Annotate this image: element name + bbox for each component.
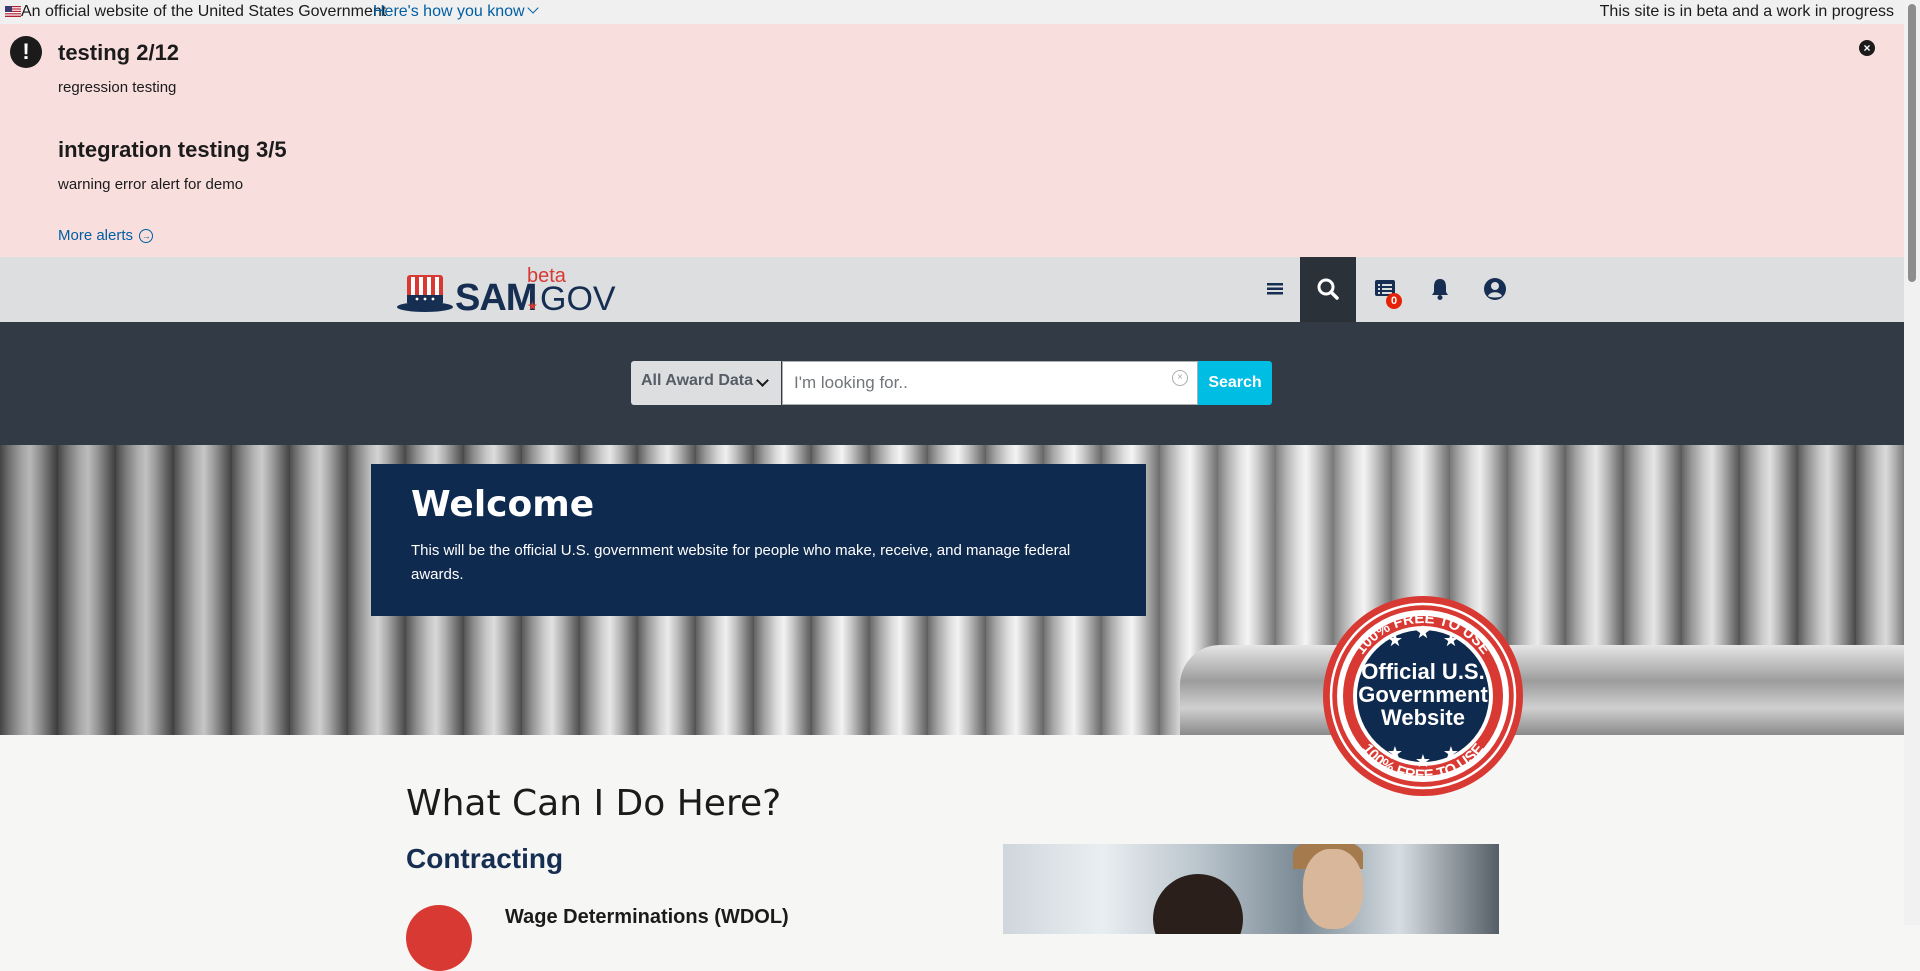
- what-can-i-do-title: What Can I Do Here?: [406, 783, 782, 824]
- svg-text:★: ★: [1415, 622, 1431, 643]
- user-icon: [1484, 278, 1506, 300]
- logo-gov: GOV: [540, 280, 616, 318]
- workspace-button[interactable]: 0: [1357, 257, 1413, 322]
- svg-text:★: ★: [1443, 630, 1459, 651]
- contracting-heading: Contracting: [406, 843, 564, 874]
- alert-title: testing 2/12: [58, 40, 180, 65]
- notification-count-badge: 0: [1386, 293, 1402, 309]
- search-region: All Award Data × Search: [0, 322, 1904, 445]
- wage-determinations-link[interactable]: Wage Determinations (WDOL): [505, 906, 789, 929]
- chevron-down-icon: [756, 374, 769, 387]
- logo-sam: SAM: [455, 277, 537, 319]
- wage-determinations-icon: [406, 905, 472, 971]
- uncle-sam-hat-icon: [397, 275, 453, 312]
- exclamation-icon: !: [10, 36, 42, 68]
- svg-text:★: ★: [1415, 751, 1431, 772]
- user-profile-button[interactable]: [1467, 257, 1523, 322]
- us-flag-icon: [5, 6, 21, 17]
- page-scrollbar[interactable]: [1904, 0, 1920, 925]
- welcome-box: Welcome This will be the official U.S. g…: [371, 464, 1146, 616]
- menu-button[interactable]: [1247, 257, 1303, 322]
- gov-banner: An official website of the United States…: [0, 0, 1904, 24]
- search-toggle-button[interactable]: [1300, 257, 1356, 322]
- photo-person-1: [1153, 874, 1243, 934]
- official-website-seal: 100% FREE TO USE 100% FREE TO USE ★ ★ ★ ★ ★…: [1323, 596, 1523, 796]
- seal-line2: Government: [1358, 682, 1488, 707]
- site-header: SAM beta ★ GOV 0: [0, 257, 1904, 322]
- alert-title: integration testing 3/5: [58, 137, 287, 162]
- svg-text:★: ★: [1443, 743, 1459, 764]
- search-input[interactable]: [782, 361, 1198, 405]
- more-alerts-label: More alerts: [58, 227, 134, 244]
- star-icon: ★: [527, 299, 538, 313]
- how-you-know-link[interactable]: Here's how you know: [373, 2, 539, 21]
- search-domain-select[interactable]: All Award Data: [631, 361, 781, 405]
- svg-text:★: ★: [1387, 743, 1403, 764]
- seal-line3: Website: [1381, 705, 1465, 730]
- chevron-down-icon: [526, 2, 539, 14]
- people-photo: [1003, 844, 1499, 934]
- hero-banner: Welcome This will be the official U.S. g…: [0, 445, 1904, 735]
- close-icon[interactable]: ×: [1859, 40, 1875, 56]
- search-button[interactable]: Search: [1198, 361, 1272, 405]
- welcome-title: Welcome: [411, 484, 595, 525]
- gov-banner-text: An official website of the United States…: [21, 3, 387, 20]
- alert-body: regression testing: [58, 79, 177, 96]
- menu-icon: [1267, 283, 1283, 295]
- seal-line1: Official U.S.: [1361, 659, 1484, 684]
- welcome-text: This will be the official U.S. governmen…: [411, 542, 1071, 583]
- search-domain-value: All Award Data: [641, 372, 754, 389]
- bell-icon: [1432, 279, 1448, 300]
- column-base-image: [1180, 645, 1904, 735]
- photo-person-2: [1303, 849, 1363, 929]
- arrow-circle-right-icon: →: [139, 229, 154, 243]
- clear-icon[interactable]: ×: [1172, 370, 1188, 386]
- search-icon: [1317, 278, 1339, 300]
- notifications-button[interactable]: [1412, 257, 1468, 322]
- scrollbar-thumb[interactable]: [1908, 4, 1916, 282]
- svg-text:★: ★: [1387, 630, 1403, 651]
- more-alerts-link[interactable]: More alerts →: [58, 227, 154, 244]
- alert-body: warning error alert for demo: [58, 176, 244, 193]
- beta-notice: This site is in beta and a work in progr…: [1599, 3, 1894, 20]
- how-you-know-label: Here's how you know: [373, 3, 525, 20]
- alerts-region: ! testing 2/12 regression testing integr…: [0, 24, 1904, 257]
- sam-gov-logo[interactable]: SAM beta ★ GOV: [397, 265, 616, 319]
